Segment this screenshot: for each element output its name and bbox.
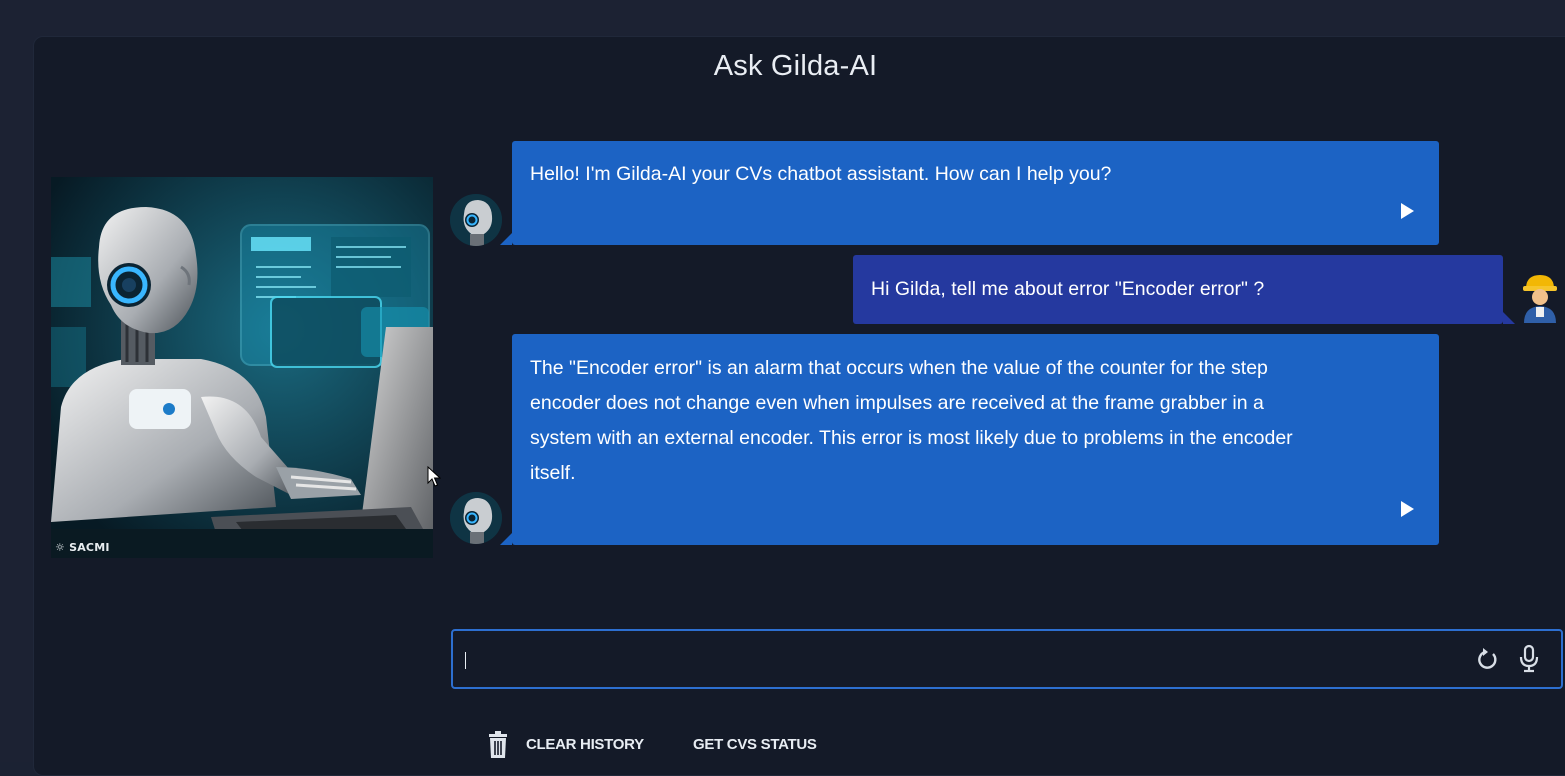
- bot-message: The "Encoder error" is an alarm that occ…: [512, 334, 1439, 545]
- bubble-tail: [1503, 312, 1515, 324]
- bot-avatar: [450, 492, 502, 544]
- mouse-cursor-icon: [427, 466, 441, 487]
- bot-avatar: [450, 194, 502, 246]
- robot-avatar-icon: [450, 492, 502, 544]
- bot-message-line: system with an external encoder. This er…: [530, 427, 1293, 449]
- robot-illustration-art: [51, 177, 433, 558]
- sacmi-watermark: ☼ SACMI: [55, 541, 110, 554]
- bot-message-line: itself.: [530, 462, 576, 484]
- chat-input[interactable]: [463, 631, 1443, 687]
- user-avatar: [1518, 271, 1562, 323]
- app-page: Ask Gilda-AI ☼ SACMI Hello! I'm Gilda-AI…: [0, 0, 1565, 776]
- play-icon[interactable]: [1401, 501, 1414, 517]
- worker-avatar-icon: [1523, 275, 1557, 323]
- robot-avatar-icon: [450, 194, 502, 246]
- trash-icon[interactable]: [486, 731, 510, 759]
- watermark-text: SACMI: [69, 541, 110, 554]
- microphone-icon[interactable]: [1516, 644, 1542, 674]
- bubble-tail: [500, 233, 512, 245]
- get-cvs-status-button[interactable]: GET CVS STATUS: [693, 731, 817, 759]
- bot-message: Hello! I'm Gilda-AI your CVs chatbot ass…: [512, 141, 1439, 245]
- bot-message-text: Hello! I'm Gilda-AI your CVs chatbot ass…: [530, 163, 1112, 185]
- page-title: Ask Gilda-AI: [713, 50, 878, 82]
- user-message-text: Hi Gilda, tell me about error "Encoder e…: [871, 278, 1265, 300]
- play-icon[interactable]: [1401, 203, 1414, 219]
- bot-message-line: encoder does not change even when impuls…: [530, 392, 1264, 414]
- refresh-icon[interactable]: [1474, 645, 1500, 675]
- user-message: Hi Gilda, tell me about error "Encoder e…: [853, 255, 1503, 324]
- clear-history-button[interactable]: CLEAR HISTORY: [526, 731, 644, 759]
- chat-input-box[interactable]: [451, 629, 1563, 689]
- bot-message-line: The "Encoder error" is an alarm that occ…: [530, 357, 1268, 379]
- robot-illustration: ☼ SACMI: [51, 177, 433, 558]
- bubble-tail: [500, 533, 512, 545]
- text-caret: [465, 652, 466, 669]
